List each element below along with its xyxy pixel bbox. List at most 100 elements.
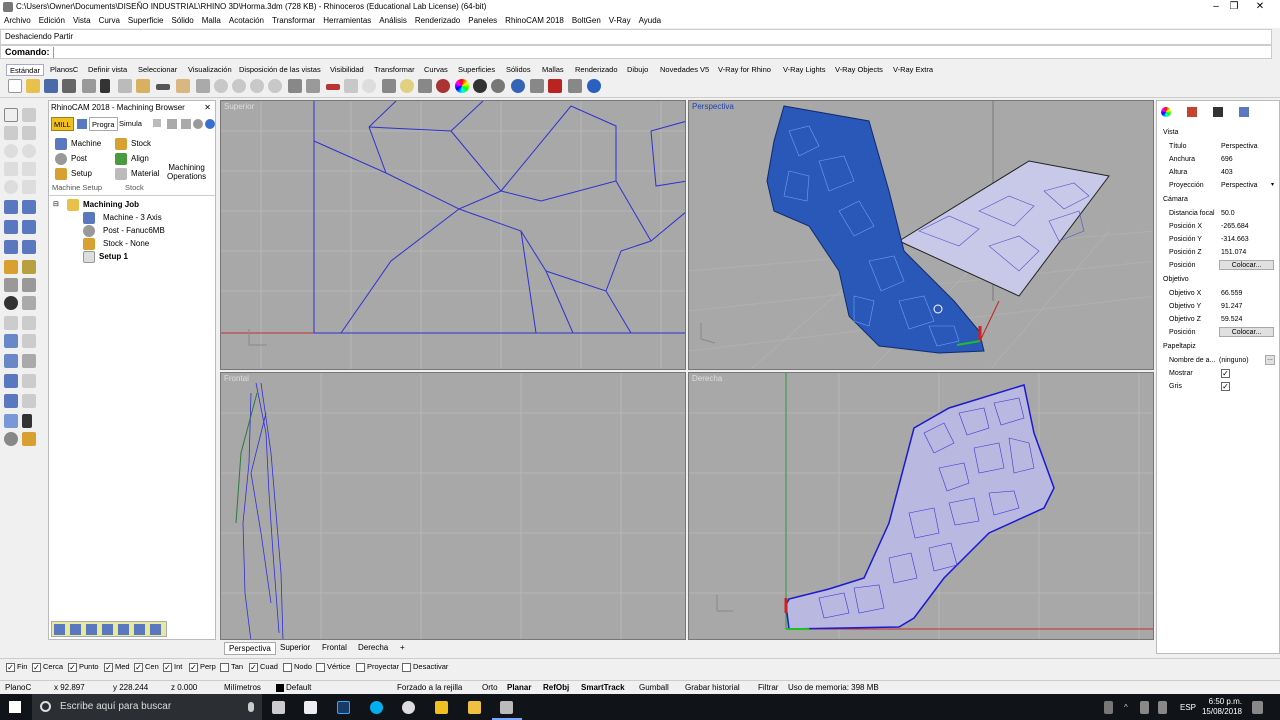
file-explorer-icon[interactable] [468, 701, 481, 714]
status-history[interactable]: Grabar historial [685, 683, 740, 692]
tray-chevron-icon[interactable]: ^ [1124, 703, 1128, 712]
mill-mode-button[interactable]: MILL [51, 117, 74, 131]
tab-planosc[interactable]: PlanosC [47, 64, 81, 76]
surface-icon[interactable] [4, 200, 18, 214]
curve-icon[interactable] [326, 84, 340, 90]
vptab-derecha[interactable]: Derecha [354, 642, 392, 653]
save-icon[interactable] [44, 79, 58, 93]
open-file-icon[interactable] [26, 79, 40, 93]
rectangle-icon[interactable] [4, 162, 18, 176]
prop-posy-value[interactable]: -314.663 [1221, 236, 1249, 243]
tab-visibilidad[interactable]: Visibilidad [327, 64, 367, 76]
material-icon[interactable] [530, 79, 544, 93]
target-place-button[interactable]: Colocar... [1219, 327, 1274, 337]
arc-icon[interactable] [22, 144, 36, 158]
photoshop-icon[interactable] [337, 701, 350, 714]
tab-curvas[interactable]: Curvas [421, 64, 451, 76]
move-icon[interactable] [4, 278, 18, 292]
loft-icon[interactable] [4, 240, 18, 254]
osnap-tan[interactable]: Tan [220, 662, 243, 672]
four-viewports-icon[interactable] [288, 79, 302, 93]
select-arrow-icon[interactable] [4, 108, 18, 122]
osnap-cen-checkbox[interactable]: ✓ [134, 662, 143, 672]
polyline-icon[interactable] [22, 126, 36, 140]
viewport-superior[interactable]: Superior [220, 100, 686, 370]
tab-simulate[interactable]: Simula [117, 117, 144, 131]
close-button[interactable]: ✕ [1240, 0, 1280, 14]
tab-vray-rhino[interactable]: V-Ray for Rhino [715, 64, 774, 76]
network-icon[interactable] [1140, 701, 1149, 714]
people-icon[interactable] [1104, 701, 1113, 714]
tab-visualizacion[interactable]: Visualización [185, 64, 235, 76]
ellipse-icon[interactable] [4, 180, 18, 194]
add-viewport-icon[interactable]: + [396, 642, 409, 653]
skype-icon[interactable] [370, 701, 383, 714]
op-icon-2[interactable] [70, 624, 81, 635]
machining-operations-button[interactable]: Machining Operations [167, 163, 206, 181]
explode-icon[interactable] [4, 374, 18, 388]
vptab-superior[interactable]: Superior [276, 642, 314, 653]
prop-tx-value[interactable]: 66.559 [1221, 290, 1242, 297]
status-layer[interactable]: Default [286, 683, 311, 692]
command-input[interactable] [53, 47, 1271, 58]
light-bulb-icon[interactable] [400, 79, 414, 93]
line-icon[interactable] [4, 126, 18, 140]
trim-tool-icon[interactable] [22, 334, 36, 348]
tab-disposicion[interactable]: Disposición de las vistas [236, 64, 324, 76]
home-icon[interactable] [153, 119, 161, 127]
gumball-x-handle[interactable] [979, 300, 1000, 342]
tab-solidos[interactable]: Sólidos [503, 64, 534, 76]
cut-icon[interactable] [100, 79, 110, 93]
menu-paneles[interactable]: Paneles [464, 14, 501, 25]
op-icon-5[interactable] [118, 624, 129, 635]
osnap-cuad-checkbox[interactable]: ✓ [249, 662, 258, 672]
menu-archivo[interactable]: Archivo [0, 14, 35, 25]
osnap-fin[interactable]: ✓ Fin [6, 662, 27, 672]
menu-herramientas[interactable]: Herramientas [319, 14, 375, 25]
zoom-window-icon[interactable] [232, 79, 246, 93]
op-icon-1[interactable] [54, 624, 65, 635]
op-icon-4[interactable] [102, 624, 113, 635]
edit-points-icon[interactable] [4, 414, 18, 428]
solid-box-icon[interactable] [4, 220, 18, 234]
osnap-nodo-checkbox[interactable] [283, 662, 292, 672]
options-icon[interactable] [568, 79, 582, 93]
menu-transformar[interactable]: Transformar [268, 14, 319, 25]
sweep-icon[interactable] [22, 240, 36, 254]
circle-icon[interactable] [4, 144, 18, 158]
gray-checkbox[interactable]: ✓ [1221, 382, 1230, 391]
status-smarttrack[interactable]: SmartTrack [581, 683, 625, 692]
menu-vray[interactable]: V-Ray [605, 14, 635, 25]
menu-rhinocam[interactable]: RhinoCAM 2018 [501, 14, 568, 25]
osnap-nodo[interactable]: Nodo [283, 662, 312, 672]
windows-start-icon[interactable] [9, 701, 21, 713]
tree-machine[interactable]: Machine - 3 Axis [103, 213, 162, 222]
browser-help-icon[interactable] [205, 119, 215, 129]
point-icon[interactable] [22, 108, 36, 122]
tab-estandar[interactable]: Estándar [6, 64, 45, 76]
align-button[interactable]: Align [131, 154, 149, 163]
prop-focal-value[interactable]: 50.0 [1221, 210, 1235, 217]
status-units[interactable]: Milímetros [224, 683, 261, 692]
projection-dropdown-icon[interactable]: ▾ [1271, 181, 1274, 188]
polygon-icon[interactable] [22, 162, 36, 176]
status-grid-snap[interactable]: Forzado a la rejilla [397, 683, 462, 692]
menu-ayuda[interactable]: Ayuda [635, 14, 666, 25]
tab-dibujo[interactable]: Dibujo [624, 64, 651, 76]
task-view-icon[interactable] [272, 701, 285, 714]
shaded-sphere-icon[interactable] [491, 79, 505, 93]
stock-button[interactable]: Stock [131, 139, 151, 148]
help-tab-icon[interactable] [1239, 107, 1249, 117]
notifications-icon[interactable] [1252, 701, 1263, 714]
paste-icon[interactable] [136, 79, 150, 93]
prop-tz-value[interactable]: 59.524 [1221, 316, 1242, 323]
object-properties-icon[interactable] [1161, 107, 1171, 117]
osnap-fin-checkbox[interactable]: ✓ [6, 662, 15, 672]
copy-icon[interactable] [118, 79, 132, 93]
rotate-view-icon[interactable] [196, 79, 210, 93]
osnap-desactivar[interactable]: Desactivar [402, 662, 448, 672]
menu-malla[interactable]: Malla [198, 14, 225, 25]
properties-icon[interactable] [436, 79, 450, 93]
mirror-icon[interactable] [4, 334, 18, 348]
taskbar-search[interactable]: Escribe aquí para buscar [32, 694, 262, 720]
